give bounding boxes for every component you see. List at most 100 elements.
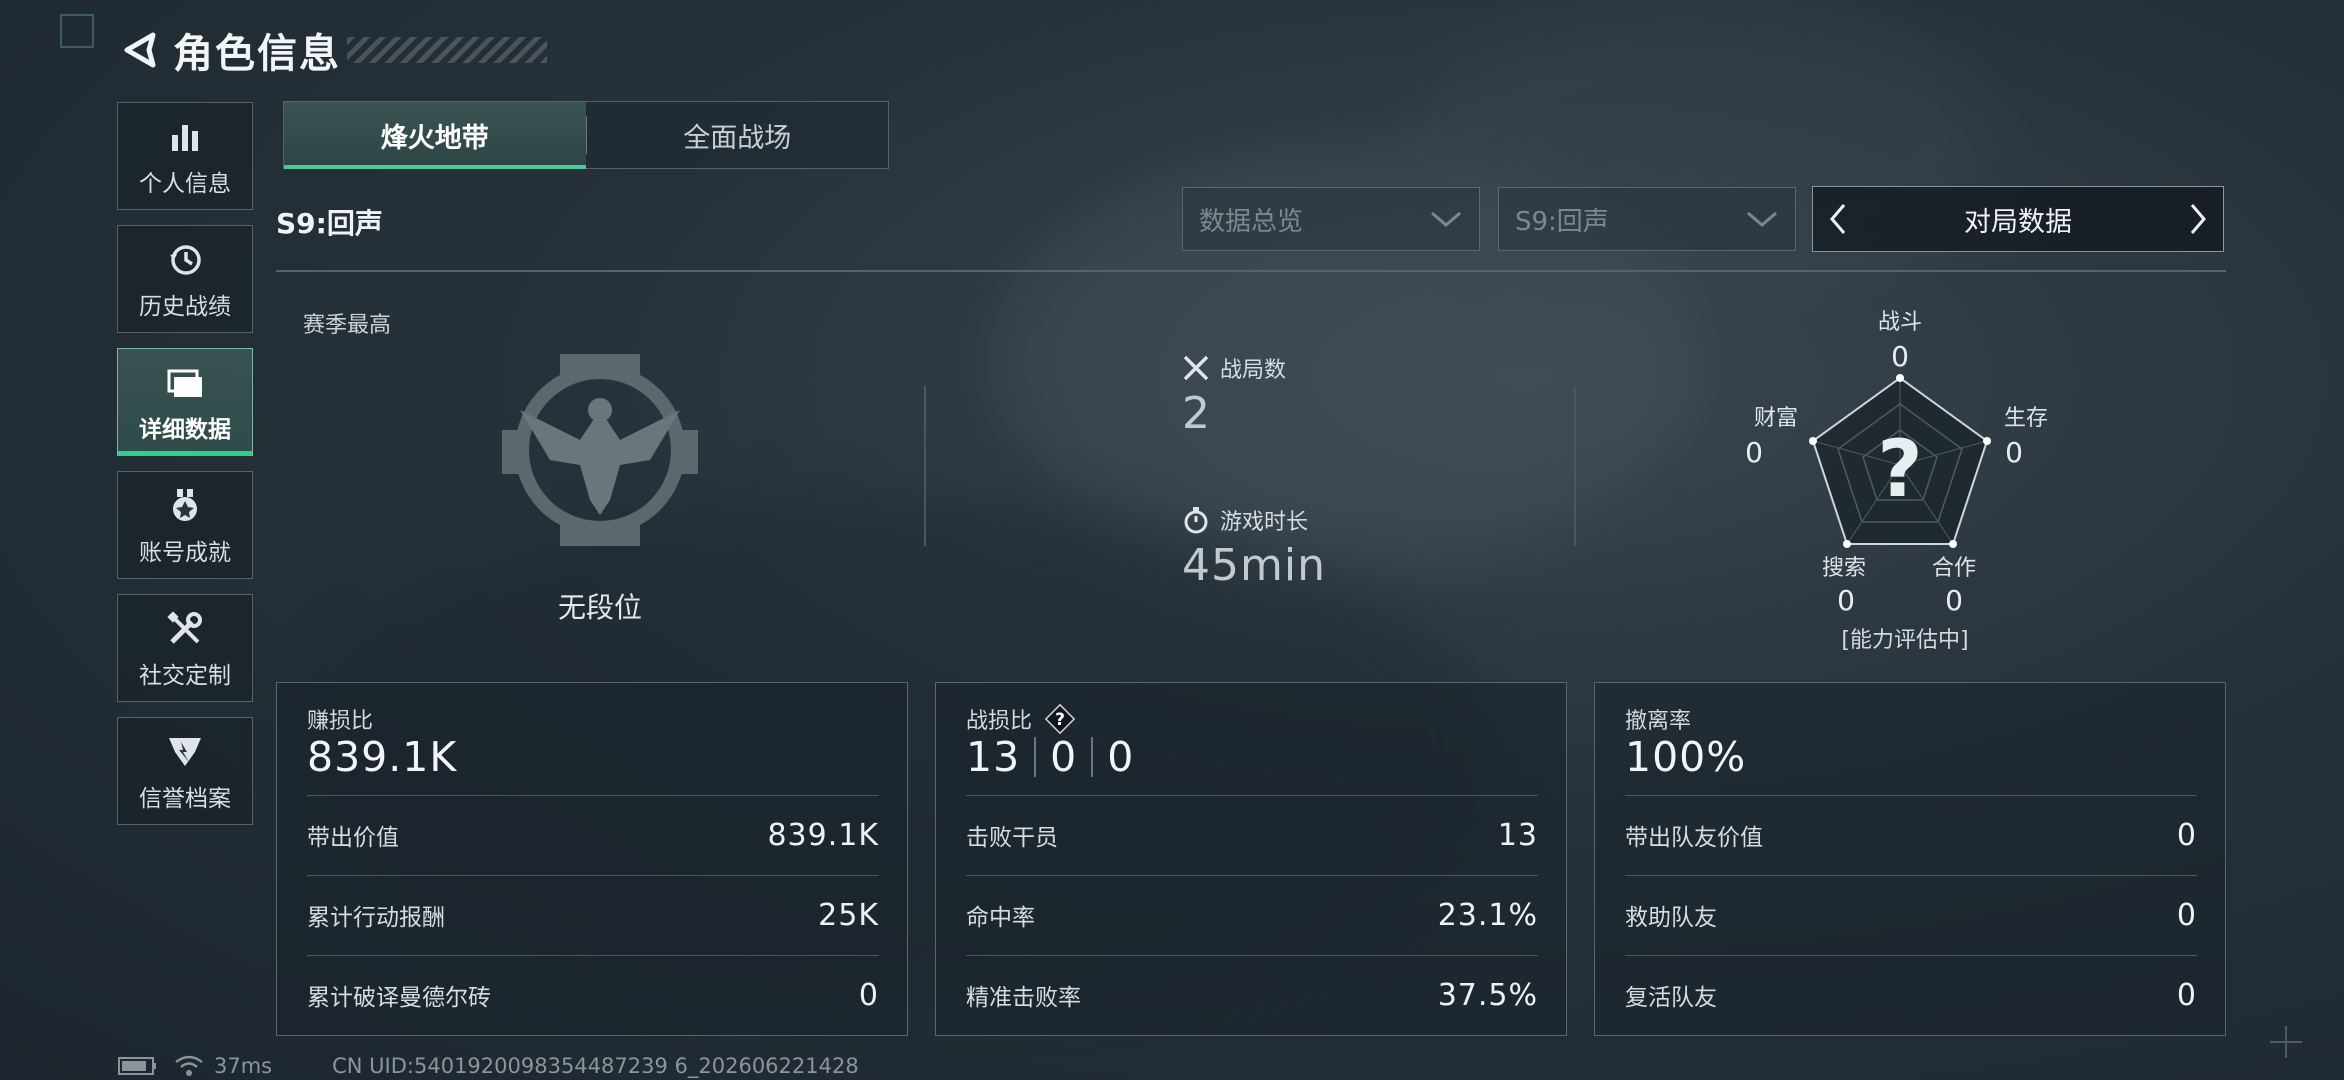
mode-tabs: 烽火地带 全面战场 bbox=[283, 101, 889, 169]
sidebar-item-history[interactable]: 历史战绩 bbox=[117, 225, 253, 333]
radar-value-coop: 0 bbox=[1945, 584, 1963, 617]
pager-label: 对局数据 bbox=[1964, 206, 2072, 238]
radar-value-combat: 0 bbox=[1891, 340, 1909, 373]
corner-decoration bbox=[60, 14, 94, 48]
kd-separator bbox=[1091, 737, 1094, 777]
matches-stat: 战局数 2 bbox=[1182, 352, 1286, 439]
medal-icon bbox=[167, 483, 203, 529]
stopwatch-icon bbox=[1184, 507, 1208, 534]
tools-icon bbox=[166, 606, 204, 652]
radar-label-survival: 生存 bbox=[2003, 406, 2048, 431]
row-label: 击败干员 bbox=[966, 825, 1058, 851]
list-item: 复活队友 0 bbox=[1625, 955, 2197, 1034]
radar-label-coop: 合作 bbox=[1931, 556, 1976, 581]
playtime-value: 45min bbox=[1182, 540, 1326, 591]
row-label: 带出价值 bbox=[307, 825, 399, 851]
sidebar-item-detailed-data[interactable]: 详细数据 bbox=[117, 348, 253, 456]
sidebar-item-social[interactable]: 社交定制 bbox=[117, 594, 253, 702]
overview-dropdown[interactable]: 数据总览 bbox=[1182, 187, 1480, 251]
folder-icon bbox=[165, 360, 205, 406]
list-item: 累计破译曼德尔砖 0 bbox=[307, 955, 879, 1034]
pager-next-button[interactable] bbox=[2173, 187, 2223, 251]
list-item: 精准击败率 37.5% bbox=[966, 955, 1538, 1034]
section-divider bbox=[1574, 386, 1576, 546]
tab-full-battlefield[interactable]: 全面战场 bbox=[587, 102, 889, 168]
sidebar-item-label: 个人信息 bbox=[139, 171, 231, 197]
dropdown-value: S9:回声 bbox=[1515, 206, 1609, 237]
sidebar-item-label: 信誉档案 bbox=[139, 786, 231, 812]
row-value: 0 bbox=[2176, 817, 2197, 853]
pager-prev-button[interactable] bbox=[1813, 187, 1863, 251]
list-item: 命中率 23.1% bbox=[966, 875, 1538, 954]
help-button[interactable]: ? bbox=[1044, 703, 1076, 735]
battery-icon bbox=[118, 1057, 156, 1075]
sidebar-item-label: 社交定制 bbox=[139, 663, 231, 689]
list-item: 累计行动报酬 25K bbox=[307, 875, 879, 954]
profit-ratio-value: 839.1K bbox=[307, 733, 458, 781]
radar-label-wealth: 财富 bbox=[1753, 406, 1798, 431]
row-value: 0 bbox=[2176, 897, 2197, 933]
list-item: 带出价值 839.1K bbox=[307, 795, 879, 874]
kd-values: 13 0 0 bbox=[966, 733, 1134, 781]
card-title-wrap: 战损比 ? bbox=[966, 703, 1076, 735]
rank-text: 无段位 bbox=[557, 591, 642, 624]
help-icon: ? bbox=[1044, 703, 1076, 735]
sidebar-item-reputation[interactable]: 信誉档案 bbox=[117, 717, 253, 825]
radar-value-survival: 0 bbox=[2005, 436, 2023, 469]
back-button[interactable] bbox=[115, 25, 165, 75]
title-hatch-decoration bbox=[347, 37, 547, 63]
list-item: 带出队友价值 0 bbox=[1625, 795, 2197, 874]
chevron-right-icon bbox=[2190, 204, 2206, 234]
season-best-label: 赛季最高 bbox=[303, 313, 392, 338]
crossed-swords-icon bbox=[1183, 355, 1209, 381]
matches-value: 2 bbox=[1182, 388, 1211, 439]
season-dropdown[interactable]: S9:回声 bbox=[1498, 187, 1796, 251]
page-title: 角色信息 bbox=[173, 31, 341, 77]
card-title: 撤离率 bbox=[1625, 709, 1692, 734]
list-item: 击败干员 13 bbox=[966, 795, 1538, 874]
tab-warzone[interactable]: 烽火地带 bbox=[284, 102, 586, 169]
row-label: 累计行动报酬 bbox=[307, 905, 445, 931]
row-value: 839.1K bbox=[767, 817, 879, 853]
data-pager: 对局数据 bbox=[1812, 186, 2224, 252]
ping-value: 37ms bbox=[214, 1054, 273, 1078]
row-value: 13 bbox=[1497, 817, 1538, 853]
sidebar-item-personal-info[interactable]: 个人信息 bbox=[117, 102, 253, 210]
list-item: 救助队友 0 bbox=[1625, 875, 2197, 954]
chevron-down-icon bbox=[1431, 211, 1461, 227]
sidebar-item-achievements[interactable]: 账号成就 bbox=[117, 471, 253, 579]
extract-rate-value: 100% bbox=[1625, 733, 1747, 781]
row-label: 命中率 bbox=[966, 905, 1035, 931]
ability-radar: ? 战斗 0 生存 0 财富 0 搜索 0 合作 0 [能力评估中] bbox=[1745, 300, 2060, 660]
profit-card: 赚损比 839.1K 带出价值 839.1K 累计行动报酬 25K 累计破译曼德… bbox=[276, 682, 908, 1036]
radar-note: [能力评估中] bbox=[1841, 628, 1969, 653]
row-value: 37.5% bbox=[1437, 977, 1538, 1013]
bar-chart-icon bbox=[167, 114, 203, 160]
radar-value-wealth: 0 bbox=[1745, 436, 1763, 469]
chevron-down-icon bbox=[1747, 211, 1777, 227]
radar-center-mark: ? bbox=[1877, 425, 1922, 515]
row-value: 23.1% bbox=[1437, 897, 1538, 933]
back-arrow-icon bbox=[124, 32, 156, 68]
history-clock-icon bbox=[166, 237, 204, 283]
season-label: S9:回声 bbox=[276, 207, 383, 240]
top-bar: 角色信息 bbox=[115, 20, 547, 80]
dropdown-value: 数据总览 bbox=[1199, 206, 1304, 237]
wifi-icon bbox=[175, 1055, 203, 1076]
kd-kills: 13 bbox=[966, 733, 1021, 781]
uid-text: CN UID:5401920098354487239 6_20260622142… bbox=[332, 1054, 859, 1078]
kd-separator bbox=[1034, 737, 1037, 777]
radar-label-search: 搜索 bbox=[1821, 556, 1866, 581]
sidebar: 个人信息 历史战绩 详细数据 账号成就 社交定制 信誉档案 bbox=[117, 102, 255, 840]
chevron-left-icon bbox=[1830, 204, 1846, 234]
kd-assists: 0 bbox=[1107, 733, 1135, 781]
row-label: 带出队友价值 bbox=[1625, 825, 1763, 851]
row-label: 复活队友 bbox=[1625, 985, 1717, 1011]
matches-label: 战局数 bbox=[1220, 358, 1287, 383]
row-value: 0 bbox=[858, 977, 879, 1013]
row-value: 25K bbox=[818, 897, 879, 933]
radar-value-search: 0 bbox=[1837, 584, 1855, 617]
kd-deaths: 0 bbox=[1050, 733, 1078, 781]
row-label: 精准击败率 bbox=[966, 985, 1081, 1011]
header-divider bbox=[276, 270, 2226, 272]
